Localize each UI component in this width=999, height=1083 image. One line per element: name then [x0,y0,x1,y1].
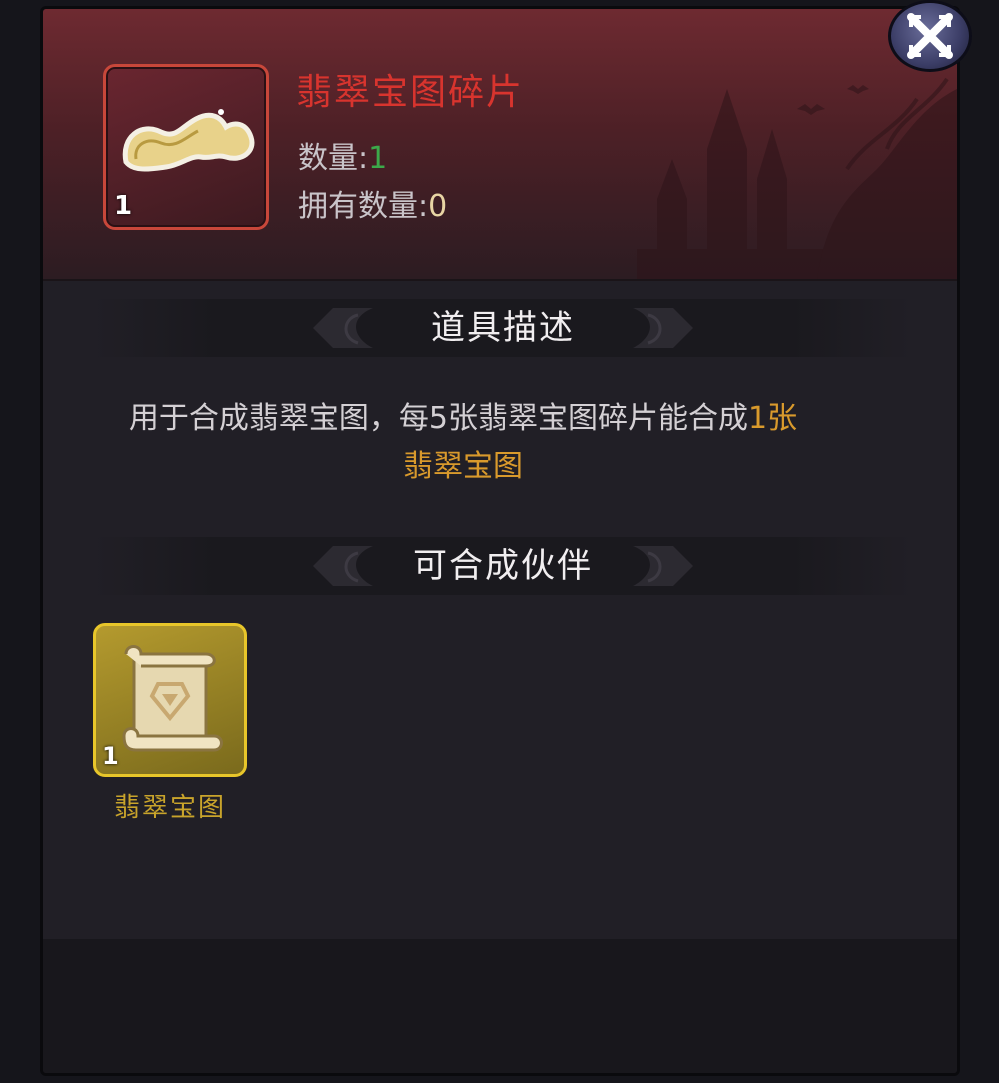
item-name: 翡翠宝图碎片 [296,72,525,113]
close-icon [907,13,953,59]
description-section-header: 道具描述 [93,299,913,357]
owned-row: 拥有数量:0 [298,181,447,225]
quantity-value: 1 [368,141,388,176]
item-header: 1 翡翠宝图碎片 数量:1 拥有数量:0 [43,9,957,281]
item-description: 用于合成翡翠宝图，每5张翡翠宝图碎片能合成1张 翡翠宝图 [43,395,883,491]
craftable-item-count: 1 [102,742,119,770]
quantity-label: 数量: [298,141,369,176]
craftable-item-name: 翡翠宝图 [113,793,226,823]
owned-label: 拥有数量: [298,189,429,224]
close-button[interactable] [888,0,972,72]
quantity-row: 数量:1 [298,133,387,177]
owned-value: 0 [428,189,448,224]
item-count-badge: 1 [114,191,133,221]
craftable-section-header: 可合成伙伴 [93,537,913,595]
ornament-right-icon [633,308,693,348]
craftable-section-title: 可合成伙伴 [413,546,593,586]
item-info-panel: 1 翡翠宝图碎片 数量:1 拥有数量:0 道具描述 用于合成翡翠宝图，每5张翡翠… [40,6,960,1076]
item-icon-frame: 1 [103,64,269,230]
ornament-right-icon [633,546,693,586]
castle-silhouette-icon [637,77,957,279]
craftable-item-tile[interactable]: 1 [93,623,247,777]
description-text: 用于合成翡翠宝图，每5张翡翠宝图碎片能合成 [128,401,748,436]
description-highlight-item: 翡翠宝图 [403,449,523,484]
description-section-title: 道具描述 [431,308,575,348]
description-highlight-amount: 1张 [748,401,798,436]
panel-footer [43,939,957,1073]
